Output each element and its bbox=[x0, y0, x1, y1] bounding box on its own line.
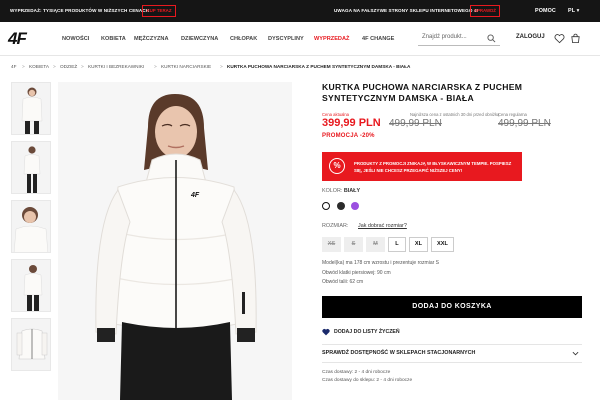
language-selector[interactable]: PL ▾ bbox=[568, 0, 579, 22]
check-button[interactable]: SPRAWDŹ bbox=[470, 5, 500, 17]
sale-banner-text: WYPRZEDAŻ: TYSIĄCE PRODUKTÓW W NIŻSZYCH … bbox=[10, 8, 150, 13]
heart-icon bbox=[322, 328, 330, 336]
nav-item-nowosci[interactable]: NOWOŚCI bbox=[62, 22, 89, 56]
product-title: KURTKA PUCHOWA NARCIARSKA Z PUCHEM SYNTE… bbox=[322, 82, 523, 103]
breadcrumb-item[interactable]: ODZIEŻ bbox=[60, 64, 77, 69]
breadcrumb-separator: > bbox=[154, 64, 157, 69]
search-placeholder: Znajdź produkt... bbox=[422, 34, 467, 40]
promo-top-bar: WYPRZEDAŻ: TYSIĄCE PRODUKTÓW W NIŻSZYCH … bbox=[0, 0, 600, 22]
breadcrumb-item[interactable]: KURTKI NARCIARSKIE bbox=[161, 64, 211, 69]
size-option-xxl[interactable]: XXL bbox=[431, 237, 454, 252]
percent-icon: % bbox=[329, 158, 345, 174]
size-guide-link[interactable]: Jak dobrać rozmiar? bbox=[358, 223, 407, 229]
fake-shop-warning-text: UWAGA NA FAŁSZYWE STRONY SKLEPU INTERNET… bbox=[334, 8, 480, 13]
breadcrumb-separator: > bbox=[81, 64, 84, 69]
color-value: BIAŁY bbox=[343, 188, 361, 194]
promo-badge: PROMOCJA -20% bbox=[322, 133, 375, 139]
thumbnail-back[interactable] bbox=[11, 141, 51, 194]
breadcrumb-separator: > bbox=[220, 64, 223, 69]
size-option-l[interactable]: L bbox=[388, 237, 406, 252]
nav-item-kobieta[interactable]: KOBIETA bbox=[101, 22, 126, 56]
nav-item-mezczyzna[interactable]: MĘŻCZYZNA bbox=[134, 22, 169, 56]
nav-item-4f-change[interactable]: 4F CHANGE bbox=[362, 22, 394, 56]
search-icon[interactable] bbox=[487, 34, 496, 43]
nav-item-dyscypliny[interactable]: DYSCYPLINY bbox=[268, 22, 304, 56]
divider bbox=[322, 344, 582, 345]
thumbnail-front[interactable] bbox=[11, 82, 51, 135]
color-swatch-white[interactable] bbox=[322, 202, 330, 210]
size-option-xl[interactable]: XL bbox=[409, 237, 428, 252]
store-availability-toggle[interactable]: SPRAWDŹ DOSTĘPNOŚĆ W SKLEPACH STACJONARN… bbox=[322, 350, 475, 356]
breadcrumb: 4F > KOBIETA > ODZIEŻ > KURTKI I BEZREKA… bbox=[0, 64, 600, 74]
nav-item-dziewczyna[interactable]: DZIEWCZYNA bbox=[181, 22, 218, 56]
color-swatch-purple[interactable] bbox=[351, 202, 359, 210]
wishlist-label: DODAJ DO LISTY ŻYCZEŃ bbox=[334, 329, 400, 335]
nav-item-chlopak[interactable]: CHŁOPAK bbox=[230, 22, 257, 56]
model-info-line: Model(ka) ma 178 cm wzrostu i prezentuje… bbox=[322, 260, 439, 266]
breadcrumb-item[interactable]: KURTKI I BEZREKAWNIKI bbox=[88, 64, 144, 69]
breadcrumb-item[interactable]: 4F bbox=[11, 64, 16, 69]
size-option-s[interactable]: S bbox=[344, 237, 363, 252]
search-input[interactable]: Znajdź produkt... bbox=[418, 31, 500, 46]
color-label: KOLOR: BIAŁY bbox=[322, 188, 361, 194]
regular-price-label: Cena regularna bbox=[498, 112, 527, 117]
regular-price: 499,99 PLN bbox=[498, 118, 551, 129]
thumbnail-flat[interactable] bbox=[11, 318, 51, 371]
model-info-line: Obwód talii: 62 cm bbox=[322, 279, 364, 285]
size-label: ROZMIAR: bbox=[322, 223, 349, 229]
cart-icon[interactable] bbox=[570, 33, 581, 44]
product-photo: 4F bbox=[58, 82, 292, 400]
promo-info-line: PRODUKTY Z PROMOCJI ZNIKAJĄ W BŁYSKAWICZ… bbox=[354, 161, 512, 166]
breadcrumb-current: KURTKA PUCHOWA NARCIARSKA Z PUCHEM SYNTE… bbox=[227, 64, 411, 69]
size-option-m[interactable]: M bbox=[366, 237, 385, 252]
chevron-down-icon[interactable] bbox=[572, 350, 579, 357]
site-header: 4F NOWOŚCI KOBIETA MĘŻCZYZNA DZIEWCZYNA … bbox=[0, 22, 600, 56]
current-price: 399,99 PLN bbox=[322, 117, 381, 129]
logo[interactable]: 4F bbox=[8, 30, 44, 47]
store-delivery-time: Czas dostawy do sklepu: 2 - 4 dni robocz… bbox=[322, 378, 413, 383]
breadcrumb-separator: > bbox=[22, 64, 25, 69]
thumbnail-closeup[interactable] bbox=[11, 200, 51, 253]
buy-now-button[interactable]: KUP TERAZ bbox=[142, 5, 176, 17]
lowest-price: 499,99 PLN bbox=[389, 118, 442, 129]
promo-info-box: % PRODUKTY Z PROMOCJI ZNIKAJĄ W BŁYSKAWI… bbox=[322, 152, 522, 181]
lowest-price-label: Najniższa cena z ostatnich 30 dni przed … bbox=[410, 112, 500, 117]
delivery-time: Czas dostawy: 2 - 4 dni robocze bbox=[322, 370, 391, 375]
help-link[interactable]: POMOC bbox=[535, 0, 556, 22]
thumbnail-side[interactable] bbox=[11, 259, 51, 312]
login-link[interactable]: ZALOGUJ bbox=[516, 34, 545, 40]
svg-text:4F: 4F bbox=[190, 192, 200, 199]
heart-icon[interactable] bbox=[554, 33, 565, 44]
promo-info-line: SIĘ, JEŚLI NIE CHCESZ PRZEGAPIĆ NIŻSZEJ … bbox=[354, 168, 463, 173]
main-product-image[interactable]: 4F bbox=[58, 82, 292, 400]
divider bbox=[322, 362, 582, 363]
add-to-cart-button[interactable]: DODAJ DO KOSZYKA bbox=[322, 296, 582, 318]
size-option-xs[interactable]: XS bbox=[322, 237, 341, 252]
breadcrumb-separator: > bbox=[53, 64, 56, 69]
color-swatch-black[interactable] bbox=[337, 202, 345, 210]
nav-item-wyprzedaz[interactable]: WYPRZEDAŻ bbox=[314, 22, 349, 56]
model-info-line: Obwód klatki piersiowej: 90 cm bbox=[322, 270, 391, 276]
breadcrumb-item[interactable]: KOBIETA bbox=[29, 64, 49, 69]
